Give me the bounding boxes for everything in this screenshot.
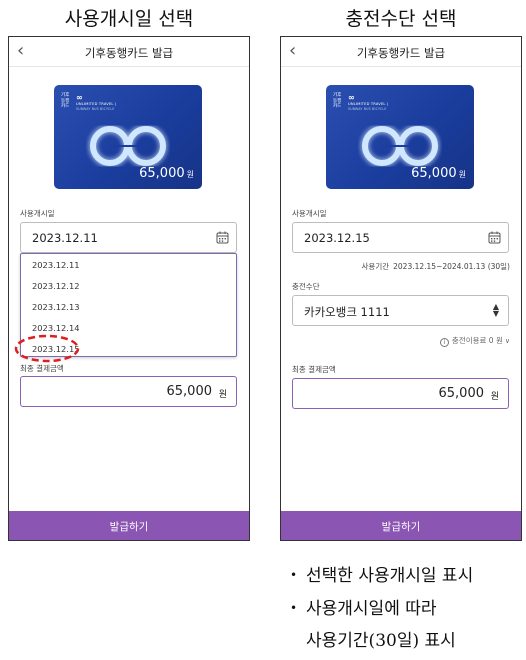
top-bar: ‹ 기후동행카드 발급: [281, 37, 521, 67]
date-option[interactable]: 2023.12.12: [32, 281, 80, 291]
infinity-logo-icon: ∞: [76, 93, 83, 102]
usage-period-value: 2023.12.15~2024.01.13 (30일): [393, 262, 510, 271]
page-title: 기후동행카드 발급: [84, 46, 174, 60]
start-date-select[interactable]: 2023.12.11: [20, 222, 237, 253]
card-subtagline: SUBWAY BUS BICYCLE: [76, 107, 115, 111]
right-phone-screen: ‹ 기후동행카드 발급 기후 동행 카드 ∞ UNLIMITED TRAVEL …: [280, 36, 522, 541]
card-price: 65,000 원: [139, 166, 194, 181]
date-option[interactable]: 2023.12.11: [32, 260, 80, 270]
card-price: 65,000 원: [411, 166, 466, 181]
page-title: 기후동행카드 발급: [356, 46, 446, 60]
card-brand: 기후 동행 카드: [333, 93, 342, 109]
issue-button-label: 발급하기: [109, 521, 149, 533]
top-bar: ‹ 기후동행카드 발급: [9, 37, 249, 67]
infinity-logo-icon: ∞: [348, 93, 355, 102]
bullet-continuation: 사용기간(30일) 표시: [306, 631, 456, 651]
total-amount-field: 65,000 원: [20, 376, 237, 407]
infinity-graphic-icon: [88, 124, 168, 168]
issue-button-label: 발급하기: [381, 521, 421, 533]
left-phone-screen: ‹ 기후동행카드 발급 기후 동행 카드 ∞ UNLIMITED TRAVEL …: [8, 36, 250, 541]
chevron-down-icon: ∨: [504, 337, 510, 345]
card-tagline: UNLIMITED TRAVEL |: [348, 102, 389, 106]
start-date-label: 사용개시일: [20, 209, 55, 218]
issue-button[interactable]: 발급하기: [281, 511, 521, 540]
payment-method-value: 카카오뱅크 1111: [304, 305, 390, 319]
climate-card-image: 기후 동행 카드 ∞ UNLIMITED TRAVEL | SUBWAY BUS…: [54, 85, 202, 189]
info-icon: i: [439, 338, 449, 347]
infinity-graphic-icon: [360, 124, 440, 168]
issue-button[interactable]: 발급하기: [9, 511, 249, 540]
select-arrows-icon: ▲ ▼: [492, 302, 499, 318]
card-tagline: UNLIMITED TRAVEL |: [76, 102, 117, 106]
total-currency: 원: [490, 392, 499, 402]
total-amount: 65,000: [166, 384, 213, 399]
card-brand: 기후 동행 카드: [61, 93, 70, 109]
date-option[interactable]: 2023.12.14: [32, 323, 80, 333]
total-amount-field: 65,000 원: [292, 378, 509, 409]
climate-card-image: 기후 동행 카드 ∞ UNLIMITED TRAVEL | SUBWAY BUS…: [326, 85, 474, 189]
left-heading: 사용개시일 선택: [64, 8, 194, 30]
selection-highlight-ellipse: [14, 334, 80, 363]
card-subtagline: SUBWAY BUS BICYCLE: [348, 107, 387, 111]
payment-method-label: 충전수단: [292, 282, 320, 291]
date-option[interactable]: 2023.12.13: [32, 302, 80, 312]
total-label: 최종 결제금액: [20, 364, 64, 373]
start-date-label: 사용개시일: [292, 209, 327, 218]
right-heading: 충전수단 선택: [345, 8, 457, 30]
start-date-value: 2023.12.15: [304, 231, 370, 245]
bullet-item: • 선택한 사용개시일 표시: [290, 566, 474, 586]
payment-method-select[interactable]: 카카오뱅크 1111 ▲ ▼: [292, 295, 509, 326]
fee-info[interactable]: i 충전이용료 0 원 ∨: [439, 335, 510, 347]
total-currency: 원: [218, 390, 227, 400]
bullet-item: • 사용개시일에 따라: [290, 599, 437, 619]
calendar-icon[interactable]: [488, 231, 501, 244]
total-label: 최종 결제금액: [292, 365, 336, 374]
usage-period: 사용기간 2023.12.15~2024.01.13 (30일): [362, 261, 510, 272]
calendar-icon[interactable]: [216, 231, 229, 244]
usage-period-label: 사용기간: [361, 262, 390, 271]
fee-text: 충전이용료 0 원: [451, 336, 503, 345]
total-amount: 65,000: [438, 386, 485, 401]
start-date-select[interactable]: 2023.12.15: [292, 222, 509, 253]
start-date-value: 2023.12.11: [32, 231, 98, 245]
